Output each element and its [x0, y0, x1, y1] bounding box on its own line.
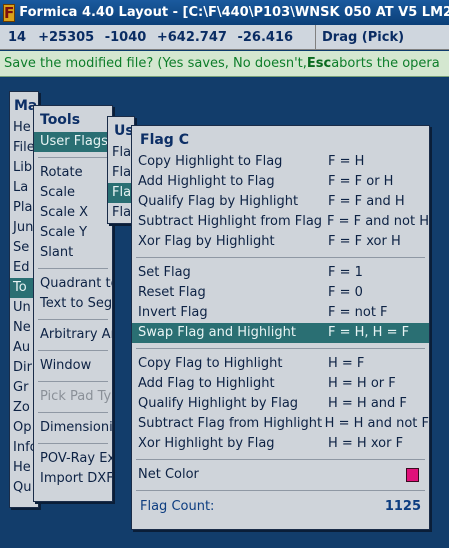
prompt-text-after: aborts the opera — [331, 56, 440, 71]
flag-item-formula: H = H or F — [328, 376, 396, 391]
flag-ops-group: Copy Highlight to Flag F = H Add Highlight… — [132, 152, 429, 252]
flag-item-label: Add Highlight to Flag — [138, 174, 275, 189]
flag-item-label: Subtract Highlight from Flag — [138, 214, 323, 229]
menu-separator — [38, 319, 108, 320]
tools-item-import-dxf[interactable]: Import DXF — [34, 469, 112, 489]
tools-item-slant[interactable]: Slant — [34, 243, 112, 263]
flag-c-menu: Flag C Copy Highlight to Flag F = H Add Hi… — [131, 125, 430, 530]
flag-item-label: Set Flag — [138, 265, 191, 280]
flag-item-formula: F = 1 — [328, 265, 363, 280]
flag-count-label: Flag Count: — [140, 499, 215, 514]
flag-item-label: Qualify Highlight by Flag — [138, 396, 299, 411]
flag-set-group: Set Flag F = 1 Reset Flag F = 0 Invert Flag F… — [132, 263, 429, 343]
flag-item-label: Copy Flag to Highlight — [138, 356, 283, 371]
flag-item-label: Subtract Flag from Highlight — [138, 416, 323, 431]
flag-item-label: Swap Flag and Highlight — [138, 325, 296, 340]
tools-item-window[interactable]: Window — [34, 356, 112, 376]
flag-item-formula: H = F — [328, 356, 365, 371]
tools-item-pick-pad-type: Pick Pad Type — [40, 389, 112, 404]
layer-number: 14 — [8, 29, 27, 45]
flag-item-qualify-flag-by-highlight[interactable]: Qualify Flag by Highlight F = F and H — [132, 192, 429, 212]
tools-menu: Tools User Flags Rotate Scale Scale X Scale … — [33, 105, 113, 502]
flag-item-label: Xor Flag by Highlight — [138, 234, 275, 249]
tools-item-scale[interactable]: Scale — [34, 183, 112, 203]
prompt-line: Save the modified file? (Yes saves, No d… — [0, 51, 449, 77]
flag-item-copy-flag-to-highlight[interactable]: Copy Flag to Highlight H = F — [132, 354, 429, 374]
flag-item-formula: F = H — [328, 154, 365, 169]
flag-item-qualify-highlight-by-flag[interactable]: Qualify Highlight by Flag H = H and F — [132, 394, 429, 414]
flag-count-value: 1125 — [384, 499, 421, 514]
flag-item-formula: F = H, H = F — [328, 325, 410, 340]
net-color-label: Net Color — [138, 467, 199, 482]
flag-item-formula: H = H xor F — [328, 436, 404, 451]
flag-item-formula: F = F xor H — [328, 234, 401, 249]
status-bar: 14 +25305 -1040 +642.747 -26.416 Drag (P… — [0, 25, 449, 50]
flag-item-formula: H = H and not F — [324, 416, 429, 431]
tools-item-rotate[interactable]: Rotate — [34, 163, 112, 183]
prompt-text-before: Save the modified file? (Yes saves, No d… — [4, 56, 307, 71]
flag-item-invert-flag[interactable]: Invert Flag F = not F — [132, 303, 429, 323]
menu-separator — [136, 490, 425, 491]
cursor-coordinates: +25305 -1040 +642.747 -26.416 — [38, 29, 294, 45]
flag-c-menu-title: Flag C — [140, 132, 189, 148]
tools-menu-title: Tools — [40, 112, 81, 128]
flag-item-formula: H = H and F — [328, 396, 407, 411]
flag-item-label: Xor Highlight by Flag — [138, 436, 275, 451]
flag-item-add-flag-to-highlight[interactable]: Add Flag to Highlight H = H or F — [132, 374, 429, 394]
tools-menu-items: User Flags Rotate Scale Scale X Scale Y Slant… — [34, 132, 112, 489]
tools-item-arbitrary-arc[interactable]: Arbitrary Arc — [34, 325, 112, 345]
tools-item-quadrant-to-se[interactable]: Quadrant to Se — [34, 274, 112, 294]
flag-item-add-highlight-to-flag[interactable]: Add Highlight to Flag F = F or H — [132, 172, 429, 192]
flag-item-label: Qualify Flag by Highlight — [138, 194, 299, 209]
flag-item-reset-flag[interactable]: Reset Flag F = 0 — [132, 283, 429, 303]
flag-item-xor-highlight-by-flag[interactable]: Xor Highlight by Flag H = H xor F — [132, 434, 429, 454]
mode-indicator: Drag (Pick) — [315, 25, 449, 49]
flag-item-label: Invert Flag — [138, 305, 208, 320]
tools-item-scale-x[interactable]: Scale X — [34, 203, 112, 223]
flag-item-xor-flag-by-highlight[interactable]: Xor Flag by Highlight F = F xor H — [132, 232, 429, 252]
flag-item-label: Reset Flag — [138, 285, 206, 300]
flag-item-formula: F = not F — [328, 305, 388, 320]
flag-item-formula: F = F or H — [328, 174, 394, 189]
menu-separator — [38, 157, 108, 158]
menu-separator — [136, 348, 425, 349]
menu-separator — [38, 350, 108, 351]
flag-item-subtract-flag-from-highlight[interactable]: Subtract Flag from Highlight H = H and no… — [132, 414, 429, 434]
flag-item-formula: F = F and H — [328, 194, 405, 209]
tools-item-user-flags[interactable]: User Flags — [34, 132, 112, 152]
net-color-item[interactable]: Net Color — [132, 465, 429, 485]
tools-item-scale-y[interactable]: Scale Y — [34, 223, 112, 243]
flag-item-label: Copy Highlight to Flag — [138, 154, 283, 169]
flag-item-subtract-highlight-from-flag[interactable]: Subtract Highlight from Flag F = F and no… — [132, 212, 429, 232]
flag-item-formula: F = 0 — [328, 285, 363, 300]
formica-app-icon[interactable]: F — [3, 3, 16, 22]
menu-separator — [38, 381, 108, 382]
prompt-esc-key: Esc — [306, 56, 332, 71]
highlight-ops-group: Copy Flag to Highlight H = F Add Flag to H… — [132, 354, 429, 454]
flag-item-set-flag[interactable]: Set Flag F = 1 — [132, 263, 429, 283]
menu-separator — [38, 443, 108, 444]
menu-separator — [136, 257, 425, 258]
flag-item-copy-highlight-to-flag[interactable]: Copy Highlight to Flag F = H — [132, 152, 429, 172]
menu-separator — [136, 459, 425, 460]
menu-separator — [38, 268, 108, 269]
title-bar: F Formica 4.40 Layout - [C:\F\440\P103\W… — [0, 0, 449, 25]
flag-item-swap-flag-and-highlight[interactable]: Swap Flag and Highlight F = H, H = F — [132, 323, 429, 343]
menu-separator — [38, 412, 108, 413]
net-color-swatch[interactable] — [406, 468, 419, 482]
tools-item-text-to-segme[interactable]: Text to Segme — [34, 294, 112, 314]
flag-item-formula: F = F and not H — [326, 214, 429, 229]
tools-item-pov-ray-expo[interactable]: POV-Ray Expo — [34, 449, 112, 469]
flag-count-row: Flag Count: 1125 — [132, 496, 429, 518]
flag-item-label: Add Flag to Highlight — [138, 376, 275, 391]
window-title: Formica 4.40 Layout - [C:\F\440\P103\WNS… — [19, 5, 449, 20]
tools-item-dimensioning[interactable]: Dimensioning — [34, 418, 112, 438]
